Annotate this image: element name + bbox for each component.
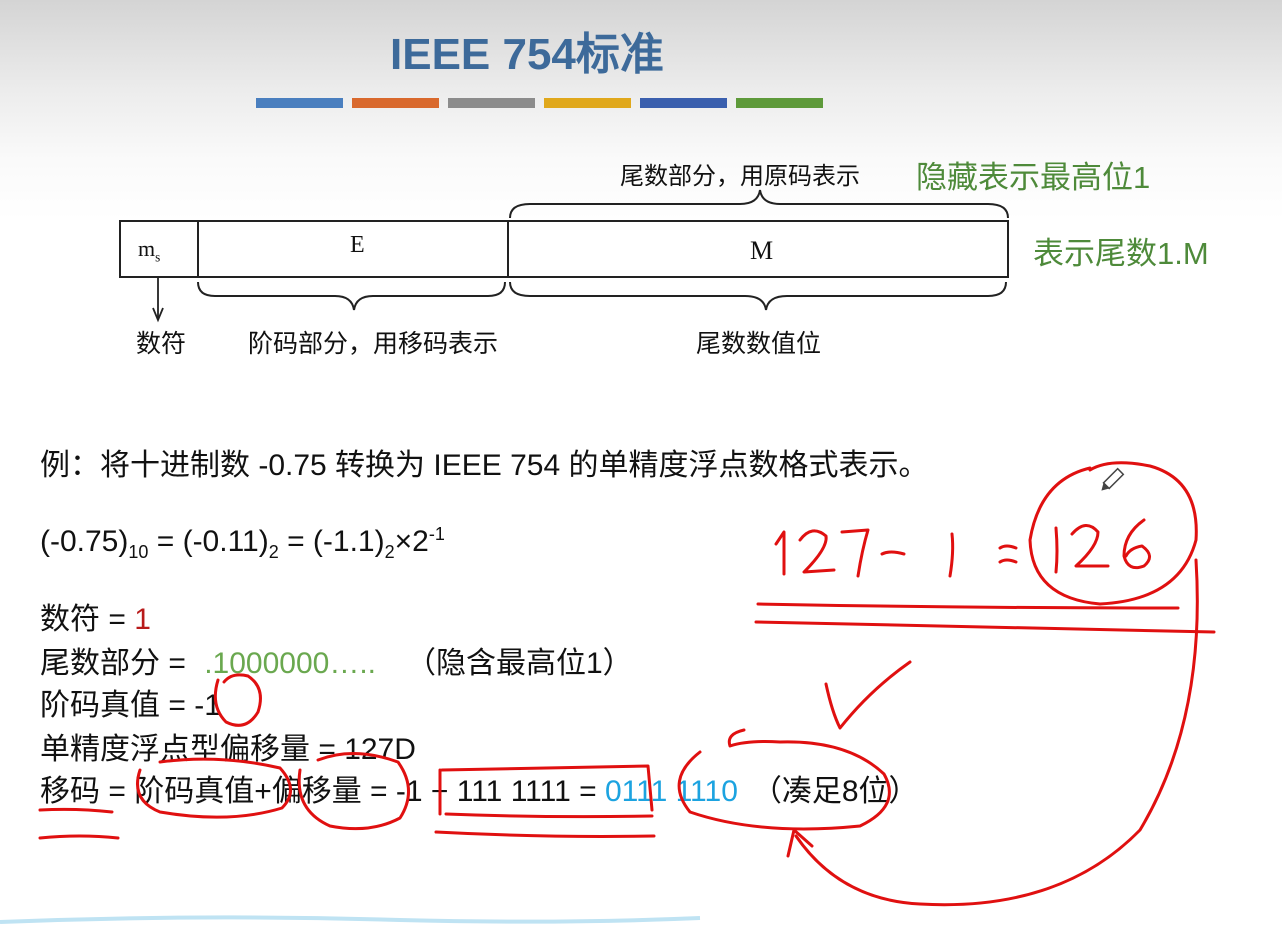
circle-result <box>677 728 891 831</box>
bottom-decoration <box>0 915 701 924</box>
label-underline-2 <box>38 834 120 840</box>
checkmark-annotation <box>824 660 912 730</box>
handwriting-equals <box>998 544 1018 564</box>
equation-underline-1 <box>756 602 1180 610</box>
handwriting-1c <box>1054 526 1059 574</box>
expression-box <box>438 764 654 816</box>
result-arrow <box>794 558 1199 907</box>
handwriting-2a <box>798 529 836 574</box>
expression-underline-1 <box>444 812 654 819</box>
handwriting-6 <box>1122 518 1151 570</box>
exponent-brace <box>197 281 506 311</box>
label-underline-1 <box>38 807 114 814</box>
handwriting-7 <box>840 528 870 578</box>
mantissa-bottom-brace <box>509 281 1007 311</box>
mantissa-top-brace <box>509 189 1009 219</box>
circle-exp-term <box>136 757 292 819</box>
circle-exp-value <box>213 673 262 727</box>
handwriting-1b <box>948 532 955 578</box>
equation-underline-2 <box>754 620 1216 634</box>
handwriting-2c <box>1070 524 1110 568</box>
pencil-icon <box>1101 467 1125 491</box>
annotation-layer <box>0 189 1216 924</box>
handwriting-minus <box>880 550 906 556</box>
handwriting-1a <box>774 530 786 576</box>
circle-bias-term <box>297 752 410 831</box>
expression-underline-2 <box>434 830 656 838</box>
